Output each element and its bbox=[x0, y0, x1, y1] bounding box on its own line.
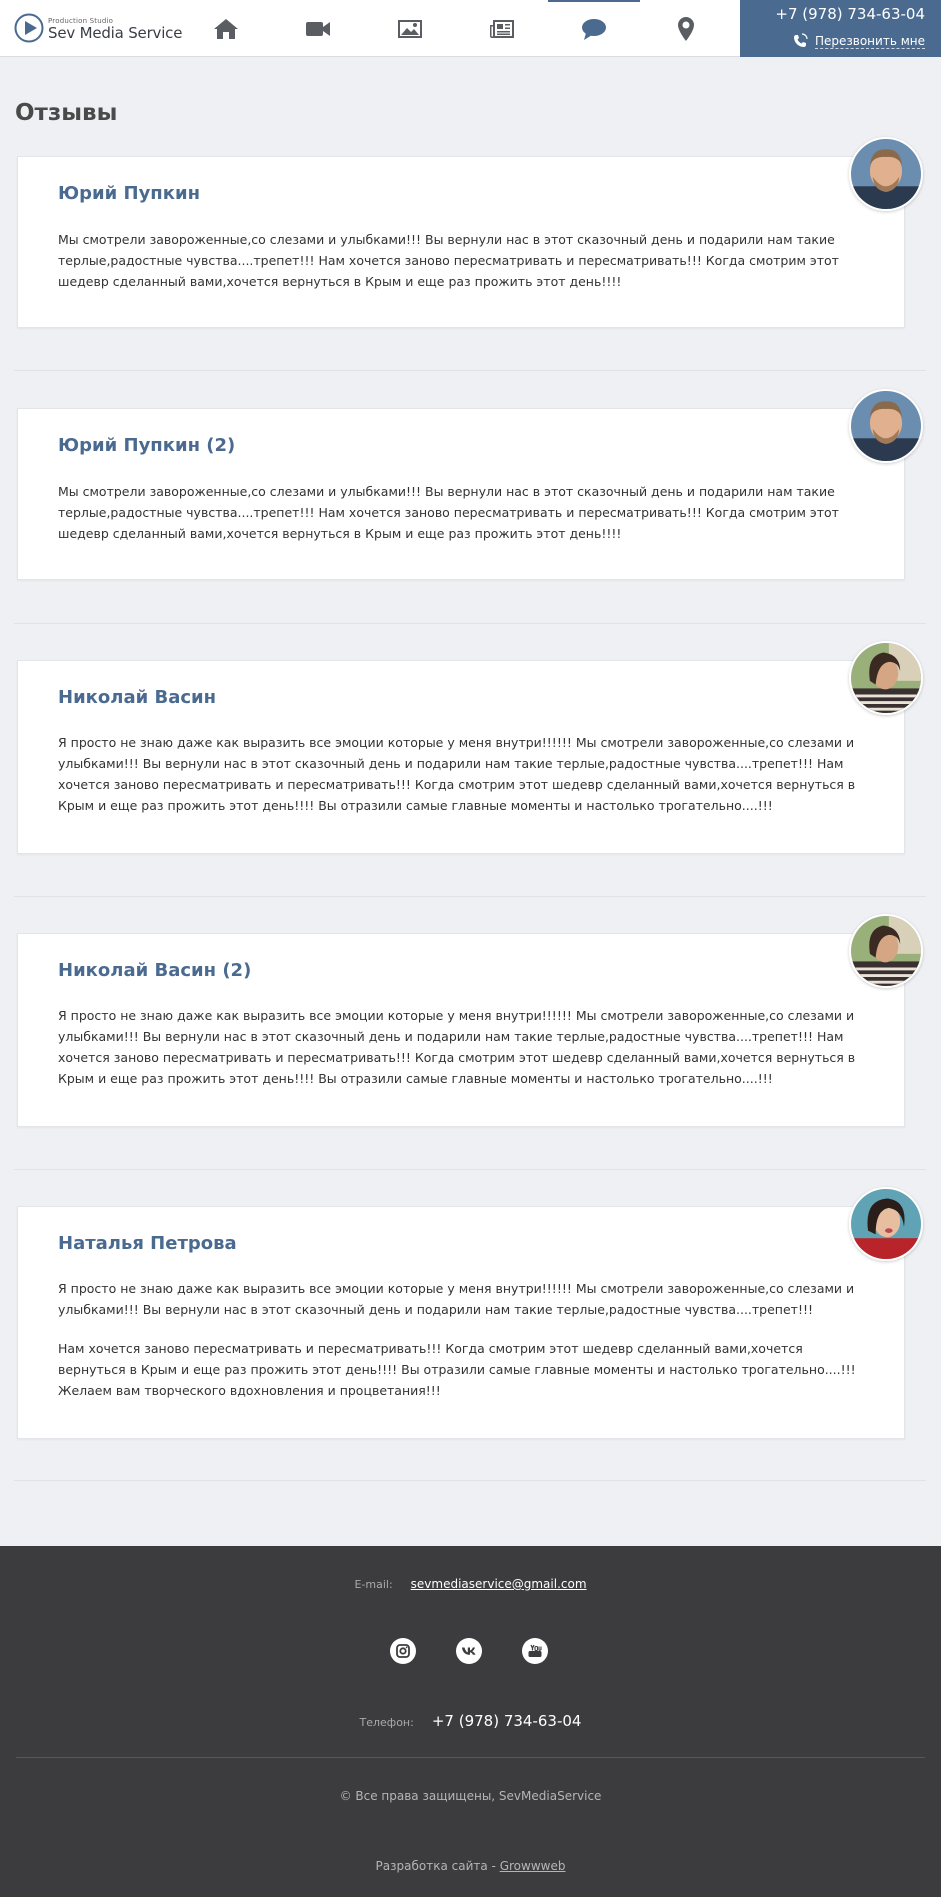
divider bbox=[14, 1480, 926, 1481]
footer-email-row: E-mail: sevmediaservice@gmail.com bbox=[0, 1573, 941, 1592]
divider bbox=[14, 896, 926, 897]
review-card: Юрий Пупкин Мы смотрели завороженные,со … bbox=[17, 156, 905, 328]
nav-news[interactable] bbox=[456, 0, 548, 57]
instagram-icon bbox=[396, 1644, 410, 1658]
callback-box: +7 (978) 734-63-04 Перезвонить мне bbox=[740, 0, 941, 57]
image-icon bbox=[398, 19, 422, 38]
vk-icon bbox=[462, 1647, 476, 1655]
avatar bbox=[849, 1187, 923, 1261]
review-card: Юрий Пупкин (2) Мы смотрели завороженные… bbox=[17, 408, 905, 580]
logo[interactable]: Production Studio Sev Media Service bbox=[14, 12, 182, 46]
copyright: © Все права защищены, SevMediaService bbox=[339, 1789, 602, 1803]
play-logo-icon bbox=[14, 13, 44, 43]
footer-divider bbox=[16, 1757, 925, 1758]
vk-link[interactable] bbox=[456, 1638, 482, 1664]
phone-callback-icon bbox=[794, 33, 808, 47]
avatar bbox=[849, 137, 923, 211]
review-text: Я просто не знаю даже как выразить все э… bbox=[58, 1008, 856, 1086]
header-phone[interactable]: +7 (978) 734-63-04 bbox=[775, 5, 925, 23]
review-text: Мы смотрели завороженные,со слезами и ул… bbox=[58, 484, 839, 541]
map-pin-icon bbox=[678, 16, 694, 41]
nav-reviews[interactable] bbox=[548, 0, 640, 57]
social-links bbox=[390, 1638, 560, 1664]
video-camera-icon bbox=[306, 21, 330, 36]
review-author: Наталья Петрова bbox=[58, 1233, 237, 1254]
page-title: Отзывы bbox=[15, 100, 118, 126]
avatar bbox=[849, 389, 923, 463]
review-text: Я просто не знаю даже как выразить все э… bbox=[58, 1281, 855, 1317]
home-icon bbox=[214, 18, 238, 39]
nav-contacts[interactable] bbox=[640, 0, 732, 57]
review-text: Мы смотрели завороженные,со слезами и ул… bbox=[58, 232, 839, 289]
instagram-link[interactable] bbox=[390, 1638, 416, 1664]
nav-photo[interactable] bbox=[364, 0, 456, 57]
footer-phone-row: Телефон: +7 (978) 734-63-04 bbox=[0, 1711, 941, 1730]
footer-phone[interactable]: +7 (978) 734-63-04 bbox=[432, 1712, 582, 1730]
review-text: Нам хочется заново пересматривать и пере… bbox=[58, 1341, 856, 1398]
email-label: E-mail: bbox=[354, 1578, 393, 1591]
email-link[interactable]: sevmediaservice@gmail.com bbox=[411, 1577, 587, 1591]
avatar bbox=[849, 914, 923, 988]
review-author: Юрий Пупкин (2) bbox=[58, 435, 236, 456]
review-text: Я просто не знаю даже как выразить все э… bbox=[58, 735, 856, 813]
footer-copyright-row: © Все права защищены, SevMediaService bbox=[0, 1785, 941, 1804]
developer-credit: Разработка сайта - Growwweb bbox=[376, 1859, 566, 1873]
phone-label: Телефон: bbox=[359, 1716, 414, 1729]
avatar bbox=[849, 641, 923, 715]
nav-video[interactable] bbox=[272, 0, 364, 57]
logo-title: Sev Media Service bbox=[48, 24, 183, 42]
comment-icon bbox=[582, 18, 606, 40]
review-card: Наталья Петрова Я просто не знаю даже ка… bbox=[17, 1206, 905, 1439]
review-author: Николай Васин bbox=[58, 687, 217, 708]
footer-dev-row: Разработка сайта - Growwweb bbox=[0, 1855, 941, 1874]
youtube-icon bbox=[528, 1644, 542, 1657]
divider bbox=[14, 1169, 926, 1170]
review-author: Николай Васин (2) bbox=[58, 960, 252, 981]
developer-label: Разработка сайта - bbox=[375, 1859, 500, 1873]
review-card: Николай Васин Я просто не знаю даже как … bbox=[17, 660, 905, 854]
nav-home[interactable] bbox=[180, 0, 272, 57]
newspaper-icon bbox=[490, 19, 514, 38]
developer-link[interactable]: Growwweb bbox=[500, 1859, 566, 1873]
review-author: Юрий Пупкин bbox=[58, 183, 201, 204]
divider bbox=[14, 623, 926, 624]
site-header: Production Studio Sev Media Service +7 (… bbox=[0, 0, 941, 57]
main-nav bbox=[180, 0, 740, 57]
callback-link[interactable]: Перезвонить мне bbox=[814, 34, 925, 49]
divider bbox=[14, 370, 926, 371]
review-card: Николай Васин (2) Я просто не знаю даже … bbox=[17, 933, 905, 1127]
youtube-link[interactable] bbox=[522, 1638, 548, 1664]
